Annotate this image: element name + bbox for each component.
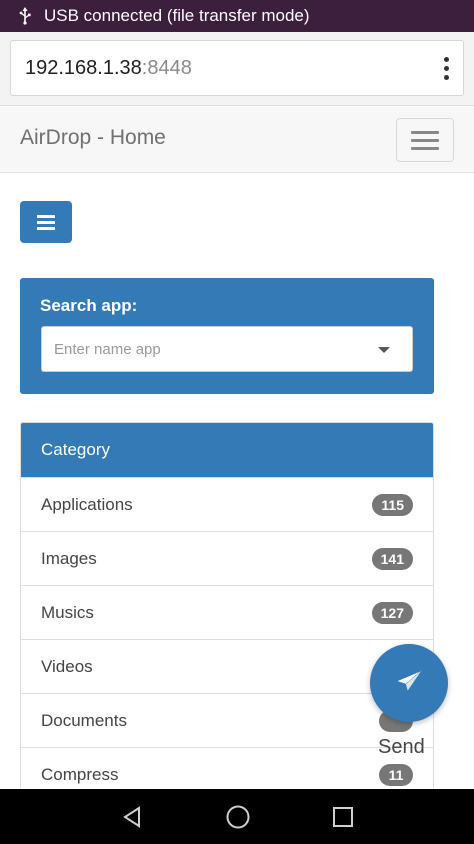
category-item-label: Images xyxy=(41,548,97,568)
category-item-label: Applications xyxy=(41,494,133,514)
count-badge: 127 xyxy=(371,601,413,624)
count-badge: 141 xyxy=(371,547,413,570)
recents-icon[interactable] xyxy=(332,806,354,828)
url-field[interactable]: 192.168.1.38:8448 xyxy=(10,40,464,96)
paper-plane-icon xyxy=(396,670,422,695)
status-text: USB connected (file transfer mode) xyxy=(44,6,310,25)
search-placeholder: Enter name app xyxy=(54,340,161,358)
url-port: :8448 xyxy=(141,56,192,79)
category-heading: Category xyxy=(21,423,433,477)
more-options-icon[interactable] xyxy=(436,48,456,88)
category-panel: Category Applications 115 Images 141 Mus… xyxy=(20,422,434,802)
category-item-label: Documents xyxy=(41,710,127,730)
count-badge: 115 xyxy=(372,493,413,516)
search-panel: Search app: Enter name app xyxy=(20,278,434,394)
home-icon[interactable] xyxy=(225,804,251,830)
page-title[interactable]: AirDrop - Home xyxy=(20,126,166,150)
send-label: Send xyxy=(378,736,425,758)
search-app-select[interactable]: Enter name app xyxy=(41,326,413,372)
system-nav-bar xyxy=(0,789,474,844)
send-button[interactable] xyxy=(370,644,448,722)
category-item-label: Musics xyxy=(41,602,94,622)
hamburger-menu-button[interactable] xyxy=(396,118,454,162)
back-icon[interactable] xyxy=(120,805,144,829)
category-item-musics[interactable]: Musics 127 xyxy=(21,585,433,639)
category-item-documents[interactable]: Documents xyxy=(21,693,433,747)
category-item-images[interactable]: Images 141 xyxy=(21,531,433,585)
count-badge: 11 xyxy=(379,763,413,786)
category-item-applications[interactable]: Applications 115 xyxy=(21,477,433,531)
category-item-label: Videos xyxy=(41,656,93,676)
category-item-label: Compress xyxy=(41,764,119,784)
list-toggle-button[interactable] xyxy=(20,201,72,243)
browser-toolbar: 192.168.1.38:8448 xyxy=(0,32,474,106)
url-host: 192.168.1.38 xyxy=(25,56,142,79)
search-label: Search app: xyxy=(40,296,138,315)
app-navbar: AirDrop - Home xyxy=(0,107,474,173)
chevron-down-icon xyxy=(378,347,390,353)
usb-icon xyxy=(18,6,32,26)
status-bar: USB connected (file transfer mode) xyxy=(0,0,474,32)
